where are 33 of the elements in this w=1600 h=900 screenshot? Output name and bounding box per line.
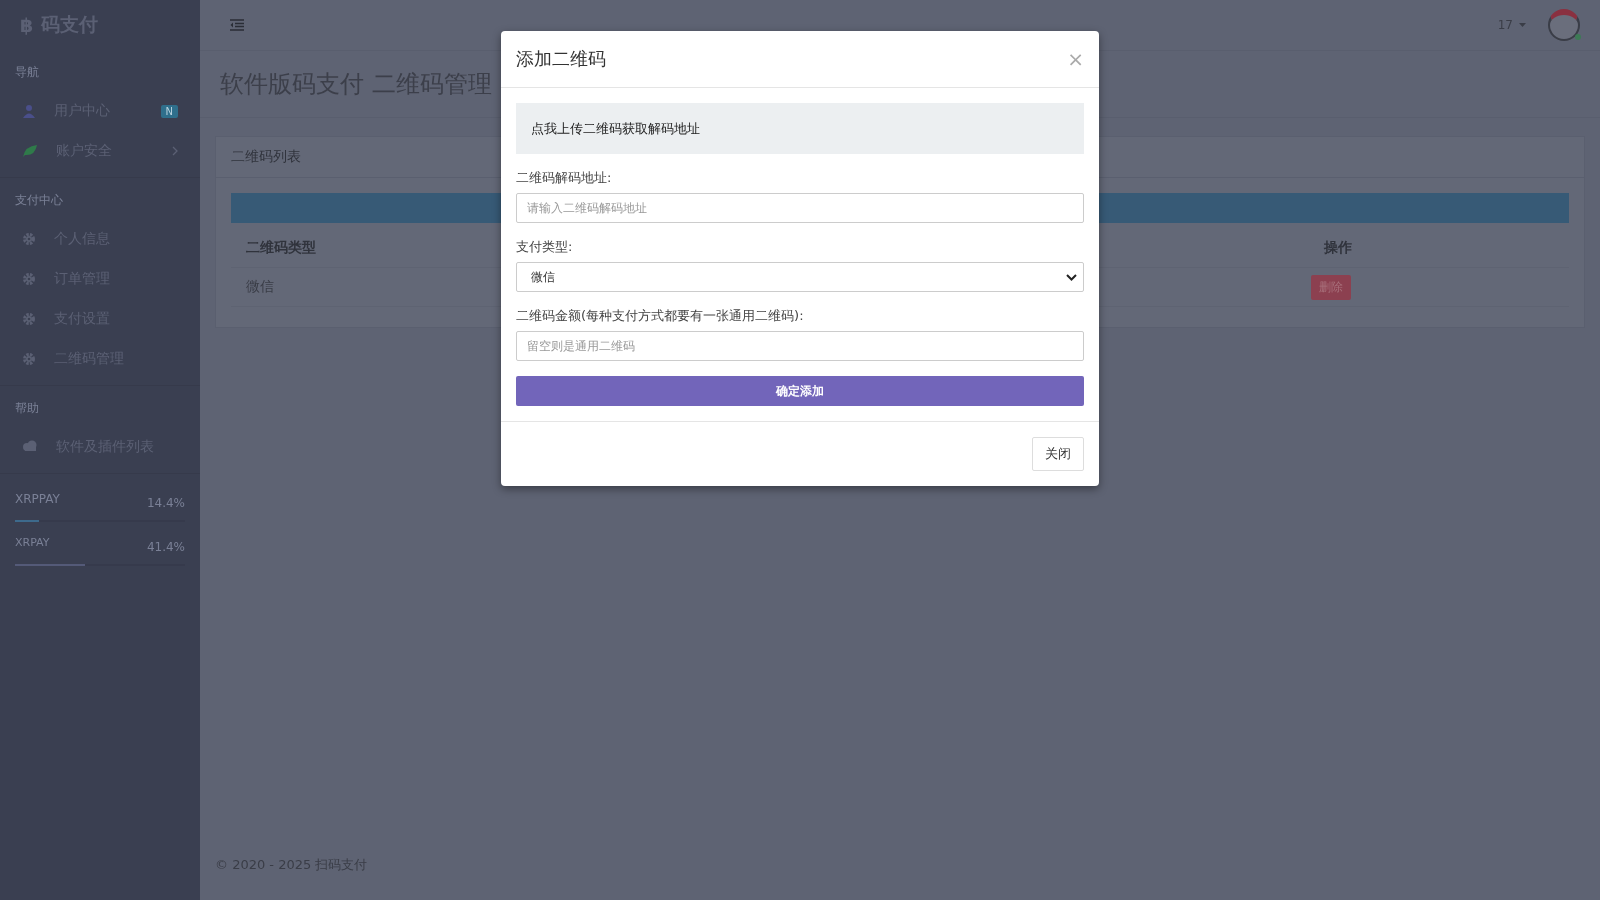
gear-icon: [22, 312, 36, 326]
new-badge: N: [160, 104, 178, 118]
user-icon: [22, 104, 36, 118]
meter-name: XRPAY: [15, 536, 50, 549]
close-button[interactable]: ×: [1067, 47, 1084, 71]
section-title: 帮助: [14, 400, 40, 417]
caret-icon: [1519, 23, 1526, 27]
meter-reading: 41.4%: [146, 539, 185, 554]
leaf-icon: [22, 144, 38, 158]
submit-button[interactable]: 确定添加: [516, 376, 1084, 406]
menu-icon[interactable]: [230, 19, 244, 31]
modal-title: 添加二维码: [516, 47, 606, 71]
brand-mark: ฿: [20, 14, 34, 36]
avatar[interactable]: [1548, 9, 1580, 41]
select-field[interactable]: 微信: [516, 262, 1084, 292]
field-label: 支付类型:: [516, 238, 574, 256]
close-button[interactable]: 关闭: [1032, 437, 1084, 471]
column-header: 操作: [1324, 239, 1353, 257]
chevron-down-icon: [1066, 273, 1077, 281]
upload-button[interactable]: 点我上传二维码获取解码地址: [516, 103, 1084, 154]
section-title: 导航: [14, 64, 40, 81]
online-dot: [1575, 34, 1581, 40]
gear-icon: [22, 272, 36, 286]
field-label: 二维码金额(每种支付方式都要有一张通用二维码):: [516, 307, 805, 325]
column-header: 二维码类型: [246, 239, 316, 257]
gear-icon: [22, 232, 36, 246]
meter-reading: 14.4%: [146, 495, 185, 510]
input-field[interactable]: 请输入二维码解码地址: [516, 193, 1084, 223]
meter-name: XRPPAY: [15, 492, 60, 506]
input-field[interactable]: 留空则是通用二维码: [516, 331, 1084, 361]
gear-icon: [22, 352, 36, 366]
section-title: 支付中心: [14, 192, 64, 209]
cloud-icon: [22, 440, 38, 454]
